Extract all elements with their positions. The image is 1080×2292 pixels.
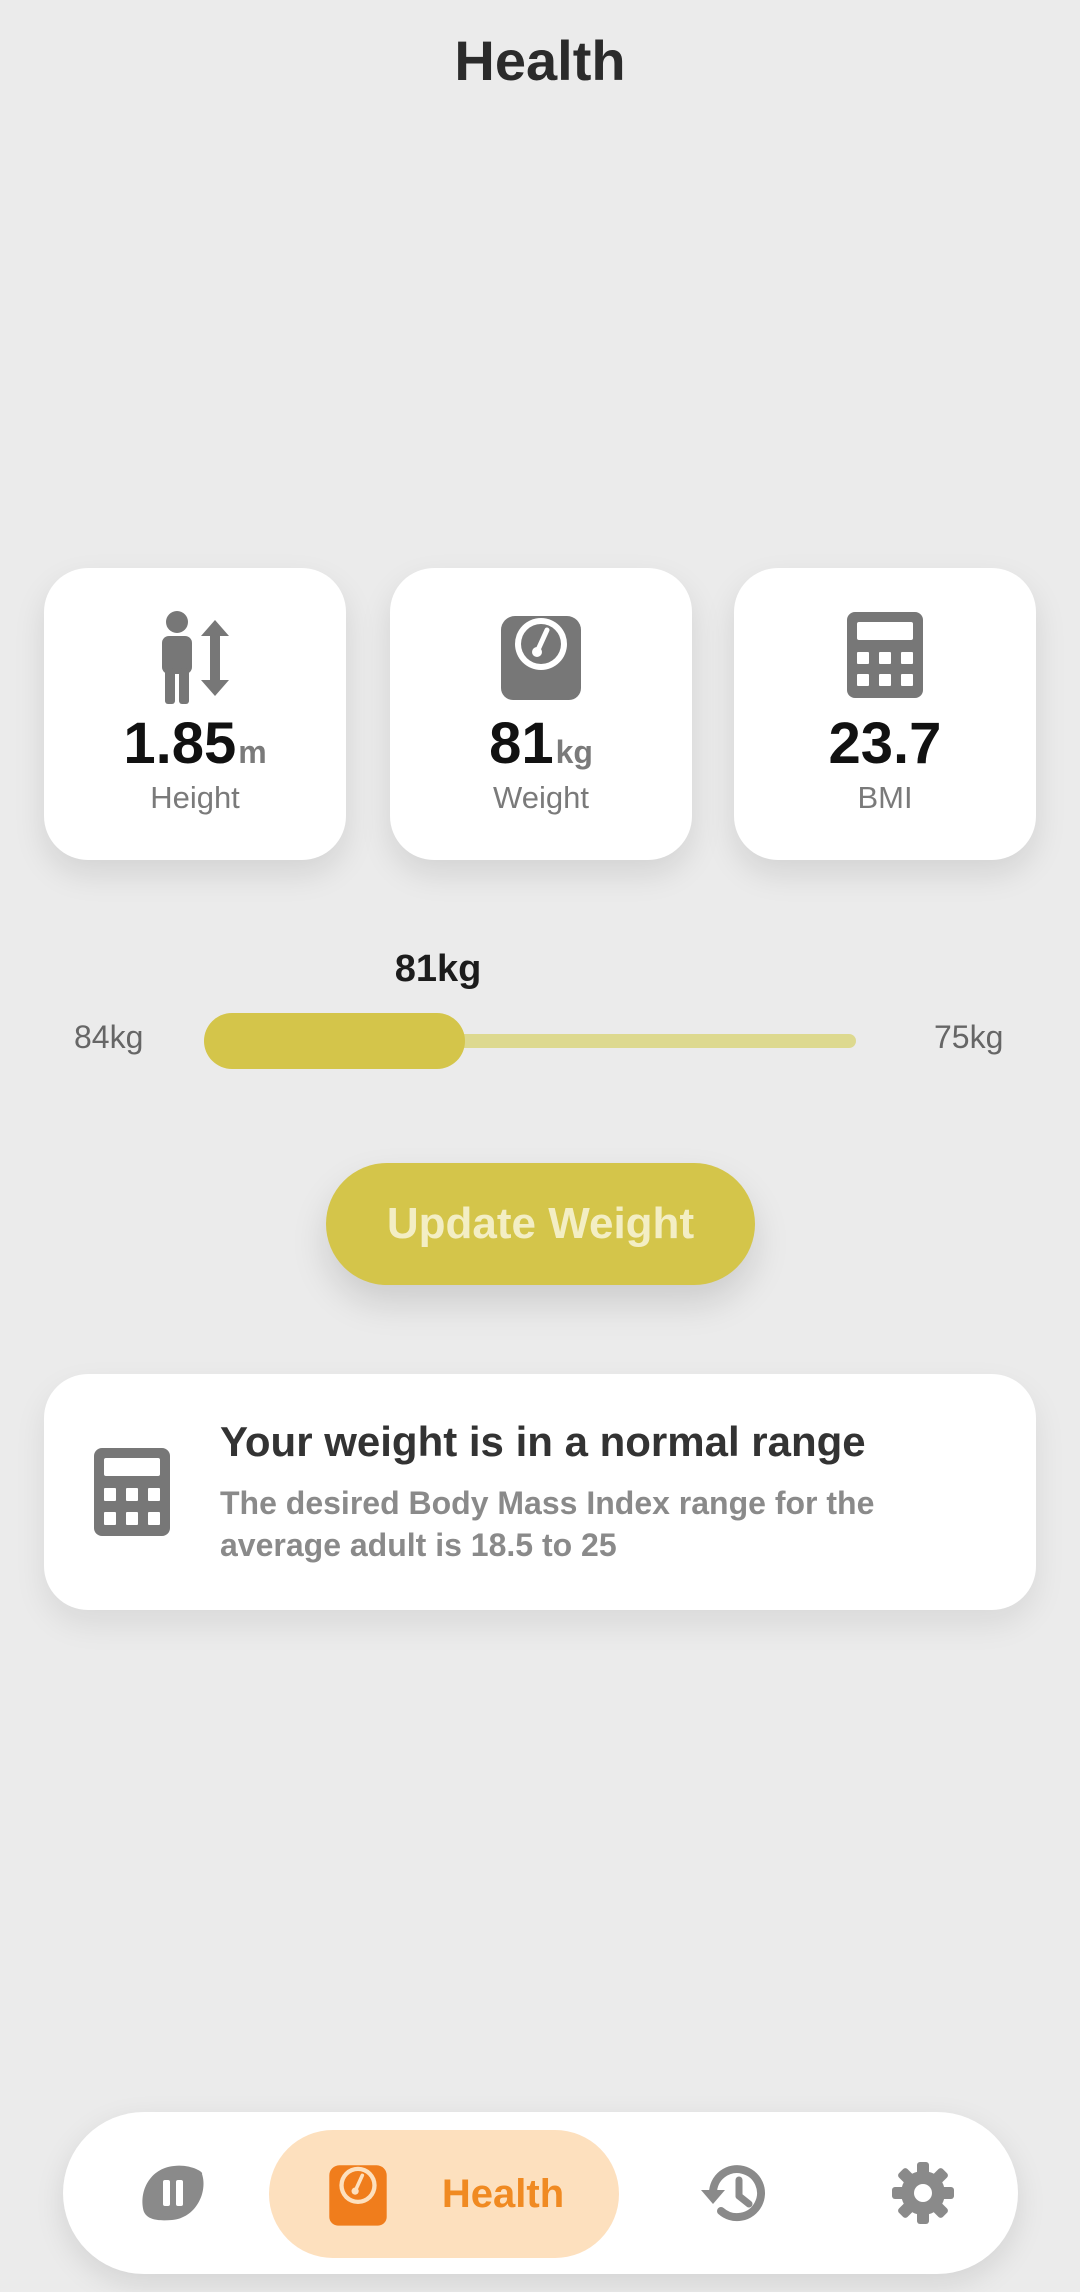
calculator-icon (734, 610, 1036, 706)
weight-scale-icon (390, 610, 692, 706)
bmi-info-card: Your weight is in a normal range The des… (44, 1374, 1036, 1610)
weight-value: 81 (489, 711, 554, 776)
weight-slider-handle[interactable] (204, 1013, 465, 1069)
bottom-nav: Health (63, 2112, 1018, 2274)
bmi-value: 23.7 (828, 711, 942, 776)
nav-item-health[interactable]: Health (269, 2130, 619, 2258)
history-icon (701, 2165, 765, 2222)
weight-scale-icon (329, 2165, 387, 2226)
bmi-card: 23.7 BMI (734, 568, 1036, 860)
nav-item-settings[interactable] (863, 2112, 983, 2274)
nav-item-lemon[interactable] (113, 2112, 233, 2274)
height-icon (44, 610, 346, 706)
slider-min-label: 84kg (74, 1019, 144, 1055)
lemon-pause-icon (142, 2165, 204, 2221)
slider-current-value: 81kg (394, 948, 482, 990)
height-label: Height (150, 780, 240, 815)
bmi-info-description: The desired Body Mass Index range for th… (220, 1485, 875, 1563)
height-unit: m (238, 734, 267, 770)
update-weight-button[interactable]: Update Weight (326, 1163, 755, 1285)
weight-card: 81kg Weight (390, 568, 692, 860)
calculator-icon (92, 1446, 172, 1538)
gear-icon (892, 2162, 954, 2224)
height-value: 1.85 (123, 711, 237, 776)
weight-unit: kg (555, 734, 593, 770)
page-title: Health (454, 29, 626, 92)
bmi-info-title: Your weight is in a normal range (220, 1418, 866, 1465)
nav-label-health: Health (441, 2171, 565, 2216)
bmi-label: BMI (857, 780, 913, 815)
height-card: 1.85m Height (44, 568, 346, 860)
weight-label: Weight (493, 780, 589, 815)
slider-max-label: 75kg (934, 1019, 1004, 1055)
nav-item-history[interactable] (673, 2112, 793, 2274)
